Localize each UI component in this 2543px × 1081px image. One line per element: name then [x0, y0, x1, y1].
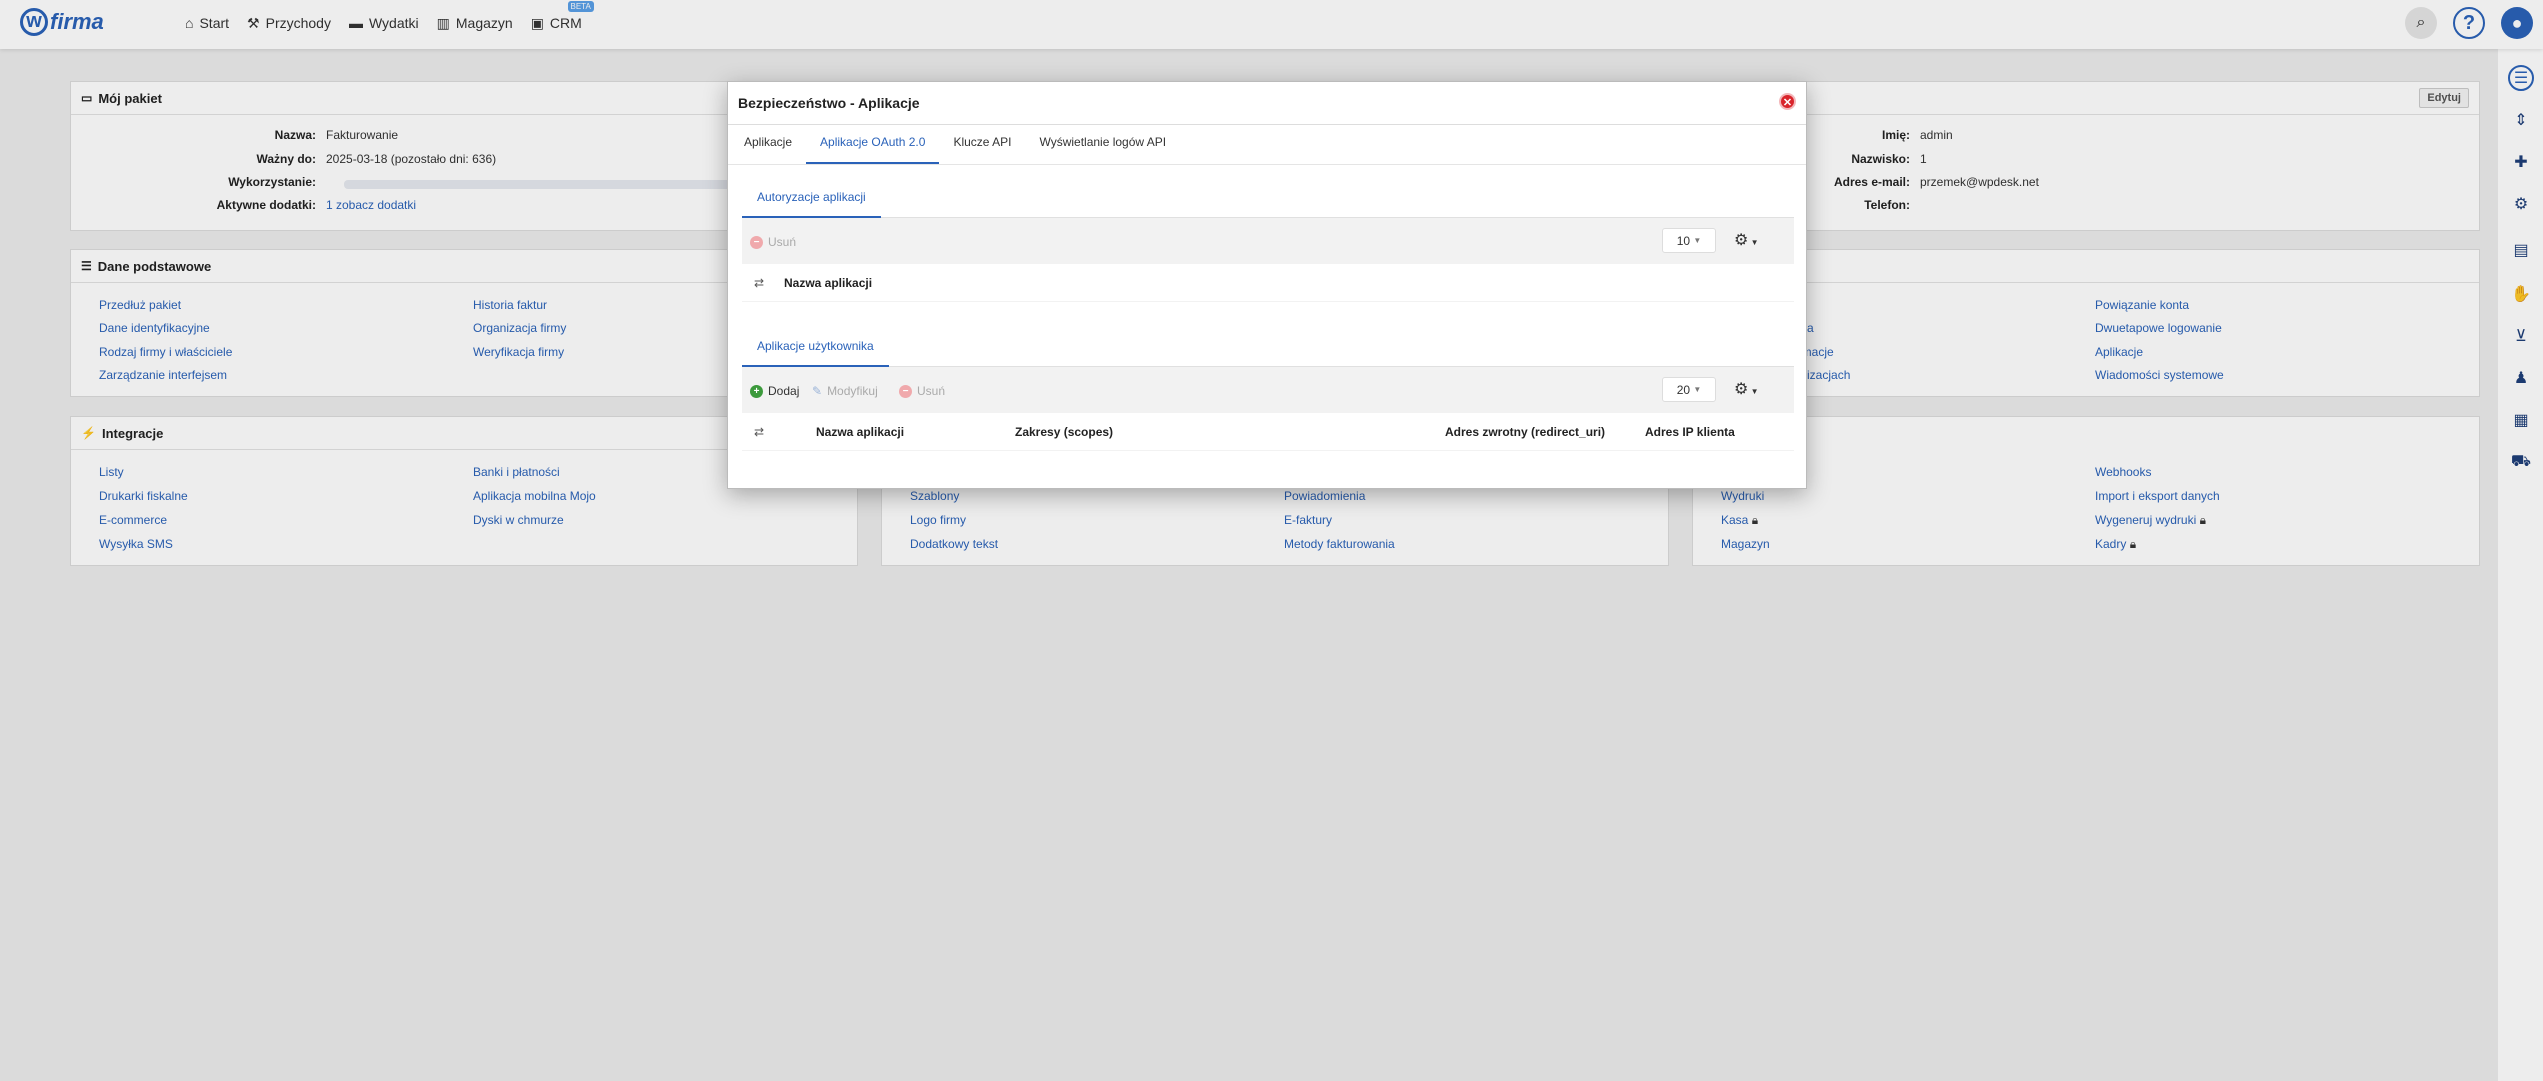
minus-circle-icon: −	[750, 235, 763, 249]
tab-app-authorizations[interactable]: Autoryzacje aplikacji	[742, 178, 881, 218]
caret-down-icon: ▼	[1748, 387, 1759, 396]
modal-header: Bezpieczeństwo - Aplikacje ✕	[728, 82, 1806, 125]
auth-table-header: ⇄ Nazwa aplikacji	[742, 264, 1794, 301]
caret-down-icon: ▼	[1693, 236, 1702, 245]
delete-button[interactable]: − Usuń	[899, 384, 945, 398]
user-apps-section-tabs: Aplikacje użytkownika	[742, 327, 1794, 367]
col-redirect-uri[interactable]: Adres zwrotny (redirect_uri)	[1445, 425, 1605, 439]
security-apps-modal: Bezpieczeństwo - Aplikacje ✕ Aplikacje A…	[727, 81, 1807, 489]
auth-section: Autoryzacje aplikacji − Usuń 10 ▼ ⚙ ▼ ⇄ N…	[742, 178, 1794, 302]
refresh-icon[interactable]: ⇄	[754, 425, 764, 439]
col-app-name[interactable]: Nazwa aplikacji	[816, 425, 904, 439]
caret-down-icon: ▼	[1693, 385, 1702, 394]
tab-applications[interactable]: Aplikacje	[730, 135, 806, 164]
close-icon[interactable]: ✕	[1779, 93, 1796, 110]
minus-circle-icon: −	[899, 384, 912, 398]
cogs-icon: ⚙	[1734, 232, 1749, 249]
user-apps-table-header: ⇄ Nazwa aplikacji Zakresy (scopes) Adres…	[742, 413, 1794, 450]
col-app-name[interactable]: Nazwa aplikacji	[784, 276, 872, 290]
caret-down-icon: ▼	[1748, 238, 1759, 247]
refresh-icon[interactable]: ⇄	[754, 276, 764, 290]
col-scopes[interactable]: Zakresy (scopes)	[1015, 425, 1113, 439]
settings-menu-button[interactable]: ⚙ ▼	[1734, 230, 1758, 250]
modal-tabs: Aplikacje Aplikacje OAuth 2.0 Klucze API…	[728, 125, 1806, 165]
col-client-ip[interactable]: Adres IP klienta	[1645, 425, 1735, 439]
edit-icon: ✎	[812, 384, 823, 398]
tab-oauth[interactable]: Aplikacje OAuth 2.0	[806, 135, 940, 164]
tab-api-keys[interactable]: Klucze API	[939, 135, 1025, 164]
auth-section-tabs: Autoryzacje aplikacji	[742, 178, 1794, 218]
tab-api-logs[interactable]: Wyświetlanie logów API	[1025, 135, 1180, 164]
settings-menu-button[interactable]: ⚙ ▼	[1734, 379, 1758, 399]
user-apps-section: Aplikacje użytkownika + Dodaj ✎ Modyfikuj …	[742, 327, 1794, 451]
tab-user-apps[interactable]: Aplikacje użytkownika	[742, 327, 889, 367]
delete-button[interactable]: − Usuń	[750, 235, 796, 249]
page-size-select[interactable]: 10 ▼	[1662, 228, 1716, 253]
plus-circle-icon: +	[750, 384, 763, 398]
cogs-icon: ⚙	[1734, 381, 1749, 398]
add-button[interactable]: + Dodaj	[750, 384, 799, 398]
page-size-select[interactable]: 20 ▼	[1662, 377, 1716, 402]
modal-title: Bezpieczeństwo - Aplikacje	[738, 95, 920, 111]
modify-button[interactable]: ✎ Modyfikuj	[812, 384, 878, 398]
